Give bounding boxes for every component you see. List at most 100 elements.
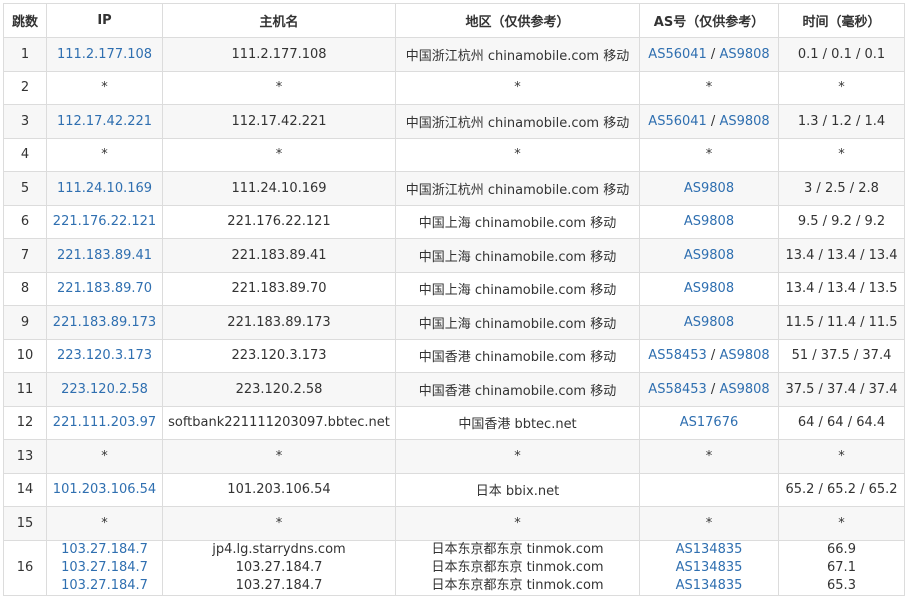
hostname-text: 111.24.10.169 (231, 180, 327, 196)
hostname-text: 221.183.89.173 (227, 314, 331, 330)
hop-cell: 2 (3, 70, 47, 105)
ip-link[interactable]: 101.203.106.54 (53, 482, 156, 497)
region-cell: * (395, 70, 640, 105)
region-cell: 中国上海 chinamobile.com 移动 (395, 238, 640, 273)
region-text: 中国上海 chinamobile.com 移动 (418, 216, 617, 232)
hostname-text: jp4.lg.starrydns.com (212, 541, 346, 557)
asn-cell (639, 472, 779, 507)
ip-link[interactable]: 221.183.89.173 (53, 315, 156, 330)
ip-link[interactable]: 103.27.184.7 (51, 559, 158, 577)
asn-link[interactable]: AS9808 (719, 47, 769, 62)
hostname-cell: softbank221111203097.bbtec.net (162, 405, 396, 440)
hostname-cell: 111.2.177.108 (162, 37, 396, 72)
region-cell: 中国浙江杭州 chinamobile.com 移动 (395, 37, 640, 72)
empty-marker: * (705, 147, 713, 163)
asn-link[interactable]: AS9808 (719, 348, 769, 363)
empty-marker: * (838, 80, 845, 96)
hostname-cell: 223.120.2.58 (162, 372, 396, 407)
ip-link[interactable]: 223.120.3.173 (57, 348, 152, 363)
asn-link[interactable]: AS56041 (648, 47, 707, 62)
asn-cell: AS17676 (639, 405, 779, 440)
table-row: 10 223.120.3.173 223.120.3.173 中国香港 chinamo… (3, 338, 905, 373)
asn-link[interactable]: AS17676 (680, 415, 739, 430)
region-cell: 中国香港 bbtec.net (395, 405, 640, 440)
hostname-text: 223.120.2.58 (235, 381, 323, 397)
asn-link[interactable]: AS9808 (684, 248, 734, 263)
hostname-text: 112.17.42.221 (231, 113, 327, 129)
ip-cell: 221.176.22.121 (46, 204, 163, 239)
asn-group: AS56041 / AS9808 (648, 114, 769, 129)
asn-cell: AS9808 (639, 305, 779, 340)
asn-cell: * (639, 137, 779, 172)
asn-link[interactable]: AS134835 (676, 578, 743, 593)
asn-link[interactable]: AS56041 (648, 114, 707, 129)
asn-link[interactable]: AS58453 (648, 348, 707, 363)
hostname-text: 223.120.3.173 (231, 348, 327, 364)
asn-cell: AS9808 (639, 171, 779, 206)
asn-link[interactable]: AS9808 (684, 181, 734, 196)
asn-group: AS9808 (684, 181, 734, 196)
asn-link[interactable]: AS9808 (684, 214, 734, 229)
time-cell: 13.4 / 13.4 / 13.5 (778, 271, 905, 306)
hostname-cell: * (162, 439, 396, 474)
hostname-cell: 221.183.89.70 (162, 271, 396, 306)
asn-link[interactable]: AS9808 (684, 281, 734, 296)
time-cell: 11.5 / 11.4 / 11.5 (778, 305, 905, 340)
asn-cell: AS56041 / AS9808 (639, 104, 779, 139)
table-row: 14 101.203.106.54 101.203.106.54 日本 bbix.ne… (3, 472, 905, 507)
region-text: 日本东京都东京 tinmok.com (431, 577, 604, 593)
asn-cell: * (639, 439, 779, 474)
ip-link[interactable]: 221.183.89.70 (57, 281, 152, 296)
ip-cell: * (46, 506, 163, 541)
region-text: 中国上海 chinamobile.com 移动 (418, 316, 617, 332)
ip-link[interactable]: 221.111.203.97 (53, 415, 156, 430)
asn-link[interactable]: AS134835 (676, 542, 743, 557)
ip-link[interactable]: 111.2.177.108 (57, 47, 152, 62)
table-row: 5 111.24.10.169 111.24.10.169 中国浙江杭州 chinam… (3, 171, 905, 206)
header-region: 地区（仅供参考） (395, 3, 640, 38)
empty-marker: * (101, 147, 108, 163)
table-row: 12 221.111.203.97 softbank221111203097.bbt… (3, 405, 905, 440)
hostname-text: softbank221111203097.bbtec.net (168, 415, 390, 431)
region-text: 中国上海 chinamobile.com 移动 (418, 283, 617, 299)
asn-group: AS9808 (684, 315, 734, 330)
region-cell: * (395, 439, 640, 474)
region-text: 日本东京都东京 tinmok.com (431, 541, 604, 557)
time-text: 11.5 / 11.4 / 11.5 (785, 314, 898, 330)
asn-link[interactable]: AS58453 (648, 382, 707, 397)
table-row: 6 221.176.22.121 221.176.22.121 中国上海 chinam… (3, 204, 905, 239)
ip-link[interactable]: 112.17.42.221 (57, 114, 152, 129)
hostname-cell: * (162, 137, 396, 172)
ip-link[interactable]: 223.120.2.58 (61, 382, 148, 397)
ip-link[interactable]: 103.27.184.7 (51, 577, 158, 595)
ip-link[interactable]: 103.27.184.7 (51, 541, 158, 559)
ip-cell: * (46, 439, 163, 474)
asn-group: AS9808 (684, 214, 734, 229)
asn-link[interactable]: AS134835 (676, 560, 743, 575)
ip-cell: 223.120.2.58 (46, 372, 163, 407)
ip-link[interactable]: 221.183.89.41 (57, 248, 152, 263)
region-cell: 中国浙江杭州 chinamobile.com 移动 (395, 171, 640, 206)
empty-marker: * (275, 147, 283, 163)
hostname-cell: 223.120.3.173 (162, 338, 396, 373)
table-header-row: 跳数 IP 主机名 地区（仅供参考） AS号（仅供参考） 时间（毫秒） (3, 3, 905, 38)
asn-link[interactable]: AS9808 (684, 315, 734, 330)
table-row: 3 112.17.42.221 112.17.42.221 中国浙江杭州 chinam… (3, 104, 905, 139)
region-text: 中国香港 chinamobile.com 移动 (418, 383, 617, 399)
hostname-text: 103.27.184.7 (235, 577, 323, 593)
region-text: 中国香港 bbtec.net (458, 417, 577, 433)
region-cell: 日本东京都东京 tinmok.com 日本东京都东京 tinmok.com 日本东京… (395, 539, 640, 596)
ip-link[interactable]: 221.176.22.121 (53, 214, 156, 229)
header-hop: 跳数 (3, 3, 47, 38)
region-text: 中国浙江杭州 chinamobile.com 移动 (405, 48, 630, 64)
asn-link[interactable]: AS9808 (719, 382, 769, 397)
empty-marker: * (514, 448, 521, 464)
asn-link[interactable]: AS9808 (719, 114, 769, 129)
hop-cell: 7 (3, 238, 47, 273)
asn-group: AS134835 (644, 541, 774, 559)
traceroute-table: 跳数 IP 主机名 地区（仅供参考） AS号（仅供参考） 时间（毫秒） 1 111… (3, 3, 905, 596)
ip-link[interactable]: 111.24.10.169 (57, 181, 152, 196)
time-cell: 1.3 / 1.2 / 1.4 (778, 104, 905, 139)
hop-cell: 16 (3, 539, 47, 596)
region-cell: 中国香港 chinamobile.com 移动 (395, 372, 640, 407)
